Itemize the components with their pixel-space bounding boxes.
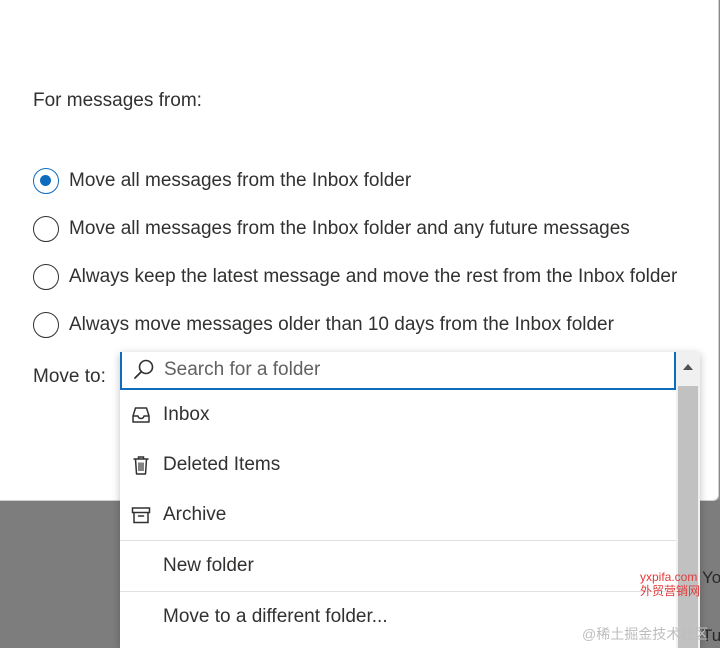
folder-picker-dropdown: Inbox Deleted Items Archive New folder [120,352,700,648]
new-folder-button[interactable]: New folder [120,541,676,591]
radio-button-checked[interactable] [33,168,59,194]
folder-item-deleted-items[interactable]: Deleted Items [120,440,676,490]
option-label: Always move messages older than 10 days … [69,314,614,335]
folder-search-input[interactable] [164,359,644,381]
radio-button[interactable] [33,216,59,242]
folder-label: Archive [163,504,227,525]
folder-list: Inbox Deleted Items Archive New folder M… [120,390,676,642]
trash-icon [133,456,149,475]
watermark-credit: @稀土掘金技术社区 [582,626,709,642]
archive-icon [131,507,151,524]
scrollbar[interactable] [676,352,700,648]
action-label: New folder [163,555,254,576]
folder-label: Inbox [163,404,210,425]
option-label: Always keep the latest message and move … [69,266,678,287]
option-keep-latest[interactable]: Always keep the latest message and move … [33,262,677,292]
action-label: Move to a different folder... [163,606,388,627]
radio-button[interactable] [33,312,59,338]
option-older-than-10-days[interactable]: Always move messages older than 10 days … [33,310,614,340]
option-label: Move all messages from the Inbox folder … [69,218,630,239]
folder-search-box[interactable] [120,352,676,390]
watermark-line: yxpifa.com [640,570,698,584]
move-to-label: Move to: [33,366,106,387]
scrollbar-thumb[interactable] [678,386,698,648]
folder-label: Deleted Items [163,454,281,475]
section-label: For messages from: [33,90,202,111]
watermark-site: yxpifa.com 外贸营销网 [640,570,700,598]
folder-item-archive[interactable]: Archive [120,490,676,540]
watermark-line: 外贸营销网 [640,584,701,598]
background-text: Yo [702,568,720,587]
radio-button[interactable] [33,264,59,290]
folder-item-inbox[interactable]: Inbox [120,390,676,440]
option-move-all[interactable]: Move all messages from the Inbox folder [33,166,411,196]
option-label: Move all messages from the Inbox folder [69,170,412,191]
option-move-all-future[interactable]: Move all messages from the Inbox folder … [33,214,630,244]
inbox-icon [132,407,150,423]
scroll-up-arrow-icon[interactable] [676,352,700,382]
search-icon [134,359,154,379]
